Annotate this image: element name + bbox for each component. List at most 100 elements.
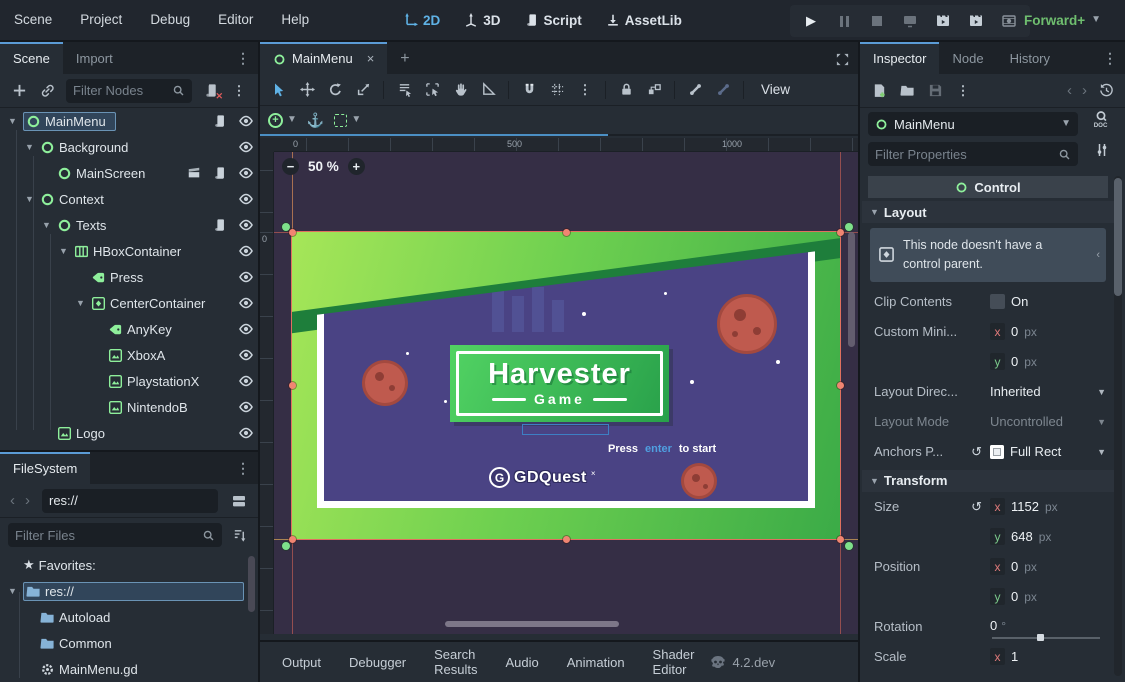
- filter-nodes-input[interactable]: [66, 79, 192, 103]
- value-field[interactable]: 648: [1011, 529, 1033, 544]
- filter-files-input[interactable]: [8, 523, 222, 547]
- extra-filter-options-button[interactable]: [1094, 142, 1110, 158]
- lock-button[interactable]: [613, 78, 639, 102]
- layout-direction-dropdown[interactable]: Inherited ▼: [990, 384, 1106, 399]
- layout-mode-dropdown[interactable]: Uncontrolled ▼: [990, 414, 1106, 429]
- fs-row-common[interactable]: Common: [0, 630, 258, 656]
- 2d-canvas[interactable]: 0 500 1000 0 − 50 % +: [260, 138, 858, 634]
- visibility-toggle[interactable]: [236, 293, 256, 313]
- visibility-toggle[interactable]: [236, 423, 256, 443]
- fs-row-autoload[interactable]: Autoload: [0, 604, 258, 630]
- anchor-handle[interactable]: [845, 542, 853, 550]
- movie-maker-button[interactable]: [1000, 12, 1018, 30]
- value-field[interactable]: 1152: [1011, 499, 1039, 514]
- path-input[interactable]: [42, 489, 218, 513]
- menu-debug[interactable]: Debug: [136, 0, 204, 40]
- visibility-toggle[interactable]: [236, 111, 256, 131]
- filter-properties-field[interactable]: [875, 147, 1058, 162]
- resize-handle-tl[interactable]: [289, 229, 296, 236]
- workspace-script[interactable]: Script: [517, 13, 590, 28]
- visibility-toggle[interactable]: [236, 241, 256, 261]
- close-icon[interactable]: ×: [367, 44, 375, 74]
- open-docs-button[interactable]: [1092, 110, 1110, 128]
- scene-tree-menu-icon[interactable]: ⋮: [226, 79, 252, 103]
- workspace-3d[interactable]: 3D: [456, 13, 508, 28]
- bottom-tab-search-results[interactable]: Search Results: [422, 647, 489, 677]
- rotation-slider[interactable]: [992, 637, 1100, 639]
- resize-handle-bm[interactable]: [563, 536, 570, 543]
- filesystem-scrollbar[interactable]: [248, 556, 255, 612]
- attach-script-button[interactable]: ✕: [198, 79, 224, 103]
- canvas-vscrollbar[interactable]: [848, 232, 855, 347]
- tab-history[interactable]: History: [997, 42, 1063, 74]
- distraction-free-button[interactable]: [827, 42, 858, 74]
- instance-scene-button[interactable]: [34, 79, 60, 103]
- sort-files-button[interactable]: [226, 523, 252, 547]
- filter-files-field[interactable]: [15, 528, 202, 543]
- anchor-handle[interactable]: [845, 223, 853, 231]
- menu-help[interactable]: Help: [267, 0, 323, 40]
- collapse-icon[interactable]: ▼: [6, 586, 19, 596]
- value-field[interactable]: 0: [1011, 589, 1018, 604]
- workspace-2d[interactable]: 2D: [396, 13, 448, 28]
- save-resource-button[interactable]: [922, 79, 948, 103]
- zoom-out-button[interactable]: −: [282, 158, 299, 175]
- tree-row-texts[interactable]: ▼ Texts: [0, 212, 258, 238]
- collapse-icon[interactable]: ▼: [6, 116, 19, 126]
- tab-scene[interactable]: Scene: [0, 42, 63, 74]
- collapse-icon[interactable]: ▼: [74, 298, 87, 308]
- tree-row-playstationx[interactable]: PlaystationX: [0, 368, 258, 394]
- collapse-icon[interactable]: ▼: [23, 194, 36, 204]
- tree-row-logo[interactable]: Logo: [0, 420, 258, 446]
- tree-row-mainmenu[interactable]: ▼ MainMenu: [0, 108, 258, 134]
- history-back-icon[interactable]: ‹: [1063, 82, 1076, 99]
- open-script-button[interactable]: [210, 163, 230, 183]
- split-mode-button[interactable]: [226, 489, 252, 513]
- tab-inspector[interactable]: Inspector: [860, 42, 939, 74]
- ruler-tool-button[interactable]: [475, 78, 501, 102]
- dock-menu-icon[interactable]: ⋮: [228, 42, 258, 74]
- rotate-tool-button[interactable]: [322, 78, 348, 102]
- menu-scene[interactable]: Scene: [0, 0, 66, 40]
- visibility-toggle[interactable]: [236, 319, 256, 339]
- tree-row-press[interactable]: Press: [0, 264, 258, 290]
- instanced-scene-button[interactable]: [184, 163, 204, 183]
- resize-handle-tm[interactable]: [563, 229, 570, 236]
- visibility-toggle[interactable]: [236, 137, 256, 157]
- value-field[interactable]: 0: [1011, 354, 1018, 369]
- skeleton-options-button[interactable]: [710, 78, 736, 102]
- play-scene-button[interactable]: [934, 12, 952, 30]
- bottom-tab-animation[interactable]: Animation: [555, 655, 637, 670]
- anchors-preset-dropdown[interactable]: Full Rect ▼: [990, 444, 1106, 459]
- tree-row-nintendob[interactable]: NintendoB: [0, 394, 258, 420]
- tab-import[interactable]: Import: [63, 42, 126, 74]
- new-scene-tab-button[interactable]: +: [387, 42, 422, 74]
- selected-node[interactable]: MainMenu: [23, 112, 116, 131]
- revert-icon[interactable]: ↺: [971, 499, 982, 515]
- layout-warning[interactable]: This node doesn't have a control parent.…: [870, 228, 1106, 282]
- play-custom-scene-button[interactable]: [967, 12, 985, 30]
- revert-icon[interactable]: ↺: [971, 444, 982, 460]
- tree-row-xboxa[interactable]: XboxA: [0, 342, 258, 368]
- scale-tool-button[interactable]: [350, 78, 376, 102]
- canvas-hscrollbar[interactable]: [445, 621, 619, 627]
- visibility-toggle[interactable]: [236, 189, 256, 209]
- anchor-preset-button[interactable]: + ▼: [268, 113, 297, 128]
- visibility-toggle[interactable]: [236, 267, 256, 287]
- dock-menu-icon[interactable]: ⋮: [228, 452, 258, 484]
- inspector-scrollbar-thumb[interactable]: [1114, 178, 1122, 296]
- tree-row-centercontainer[interactable]: ▼ CenterContainer: [0, 290, 258, 316]
- view-menu-button[interactable]: View: [751, 78, 800, 102]
- selected-folder[interactable]: res://: [23, 582, 244, 601]
- tab-filesystem[interactable]: FileSystem: [0, 452, 90, 484]
- slider-thumb[interactable]: [1037, 634, 1044, 641]
- renderer-selector[interactable]: Forward+ ▼: [1024, 0, 1101, 40]
- fs-row-favorites[interactable]: ★ Favorites:: [0, 552, 258, 578]
- edited-node-selector[interactable]: MainMenu ▼: [868, 112, 1078, 136]
- value-field[interactable]: 0: [1011, 559, 1018, 574]
- menu-project[interactable]: Project: [66, 0, 136, 40]
- bottom-tab-debugger[interactable]: Debugger: [337, 655, 418, 670]
- grid-snap-button[interactable]: [544, 78, 570, 102]
- dock-menu-icon[interactable]: ⋮: [1095, 42, 1125, 74]
- add-node-button[interactable]: [6, 79, 32, 103]
